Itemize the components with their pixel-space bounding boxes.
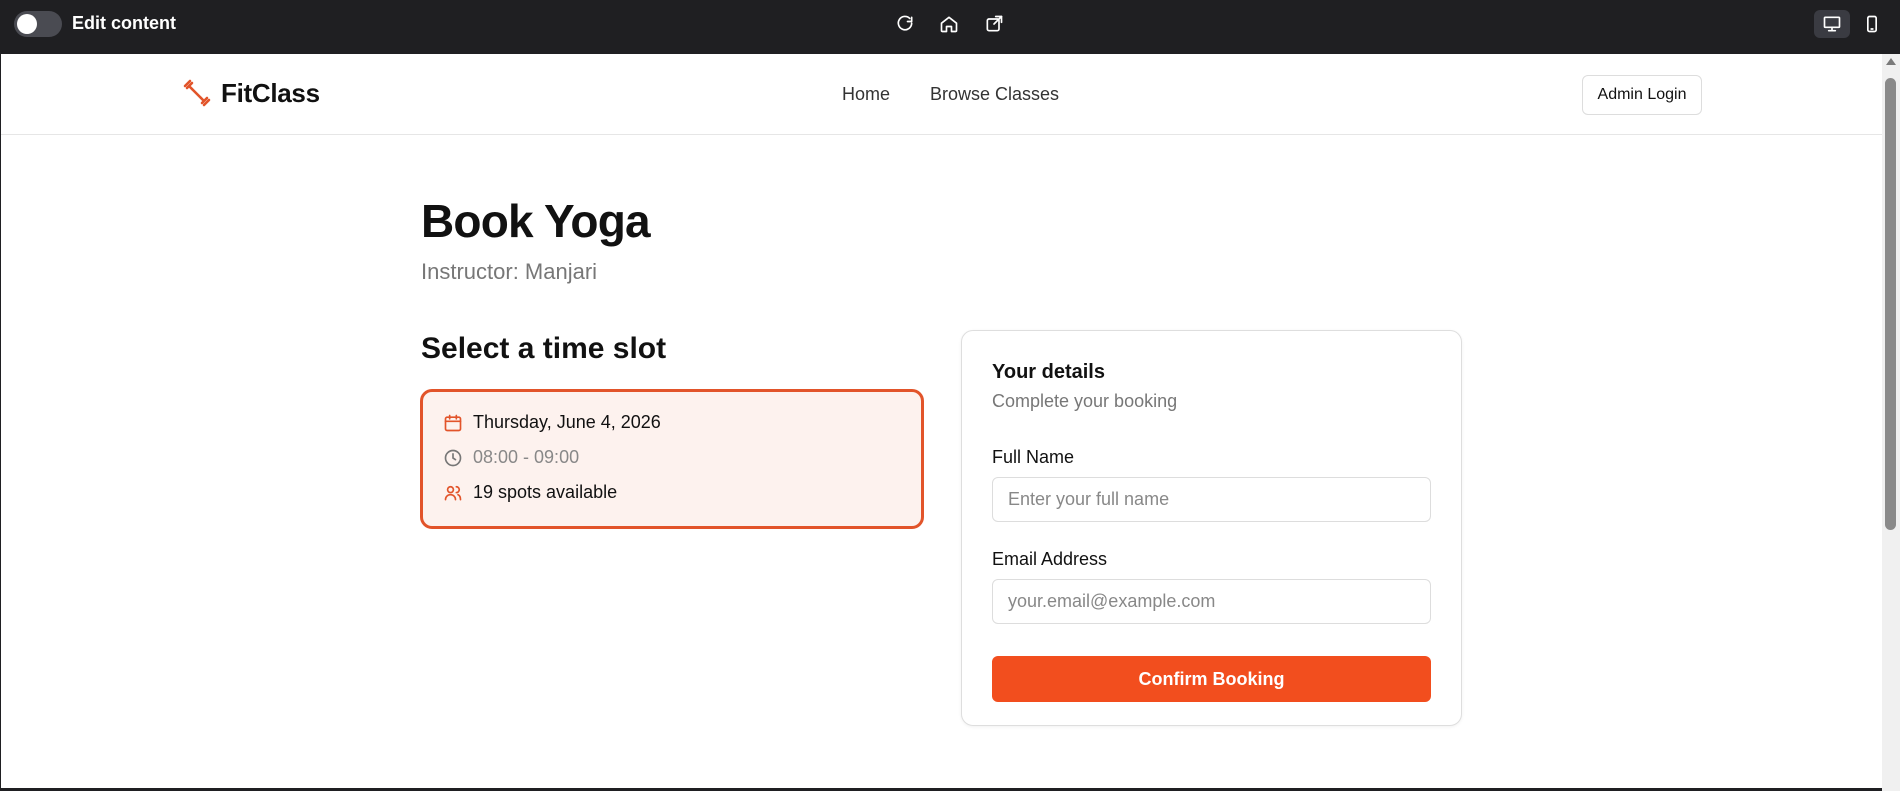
edit-content-label: Edit content xyxy=(72,13,176,33)
email-label: Email Address xyxy=(992,549,1108,569)
editor-toolbar: Edit content xyxy=(0,0,1900,54)
toggle-knob xyxy=(17,14,37,34)
booking-details-card: Your details Complete your booking Full … xyxy=(961,330,1462,726)
time-slot-heading: Select a time slot xyxy=(421,332,667,365)
slot-date-row: Thursday, June 4, 2026 xyxy=(443,412,661,433)
external-link-icon[interactable] xyxy=(982,12,1006,36)
users-icon xyxy=(444,485,462,500)
main-nav: Home Browse Classes xyxy=(842,84,1059,105)
device-switcher xyxy=(1814,7,1896,41)
brand-name: FitClass xyxy=(221,77,320,108)
brand-logo[interactable]: FitClass xyxy=(181,77,320,109)
full-name-input[interactable] xyxy=(992,477,1431,522)
desktop-icon[interactable] xyxy=(1814,10,1850,38)
slot-time-row: 08:00 - 09:00 xyxy=(443,447,579,468)
home-icon[interactable] xyxy=(937,12,961,36)
clock-icon xyxy=(444,449,462,466)
details-title: Your details xyxy=(992,361,1105,383)
reload-icon[interactable] xyxy=(893,12,917,36)
edit-content-toggle[interactable] xyxy=(14,11,62,37)
page-scrollbar[interactable] xyxy=(1882,54,1900,791)
slot-spots-row: 19 spots available xyxy=(443,482,617,503)
slot-time: 08:00 - 09:00 xyxy=(473,447,580,467)
calendar-icon xyxy=(444,414,462,431)
dumbbell-icon xyxy=(183,79,211,107)
slot-date: Thursday, June 4, 2026 xyxy=(473,412,661,432)
admin-login-button[interactable]: Admin Login xyxy=(1582,75,1702,115)
slot-spots: 19 spots available xyxy=(473,482,618,502)
confirm-booking-button[interactable]: Confirm Booking xyxy=(992,656,1431,702)
email-input[interactable] xyxy=(992,579,1431,624)
scroll-thumb[interactable] xyxy=(1885,78,1896,530)
page-title: Book Yoga xyxy=(421,195,651,247)
details-subtitle: Complete your booking xyxy=(992,391,1178,411)
nav-browse-classes[interactable]: Browse Classes xyxy=(930,84,1059,105)
site-header: FitClass Home Browse Classes Admin Login xyxy=(1,54,1882,135)
scroll-up-arrow-icon[interactable] xyxy=(1886,58,1896,65)
full-name-label: Full Name xyxy=(992,447,1075,467)
mobile-icon[interactable] xyxy=(1854,10,1890,38)
instructor-subtitle: Instructor: Manjari xyxy=(421,259,598,284)
site-viewport: FitClass Home Browse Classes Admin Login… xyxy=(1,54,1882,788)
time-slot-card[interactable]: Thursday, June 4, 2026 08:00 - 09:00 19 … xyxy=(420,389,924,529)
nav-home[interactable]: Home xyxy=(842,84,890,105)
